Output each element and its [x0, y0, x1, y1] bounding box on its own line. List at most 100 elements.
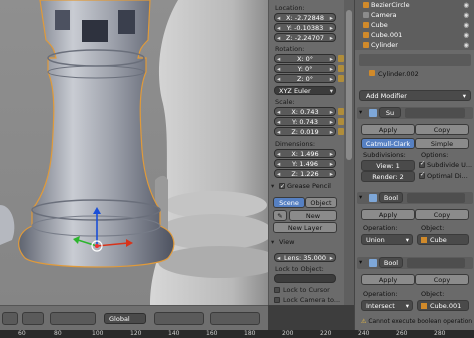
panel-scrollbar[interactable]: [344, 0, 354, 305]
ruler-tick: 120: [130, 330, 142, 337]
outliner-row[interactable]: Cube.001 ◉: [355, 30, 474, 40]
bool2-operation-select[interactable]: Intersect ▾: [361, 300, 413, 311]
wrench-icon: [369, 194, 377, 202]
shading-button[interactable]: [22, 312, 44, 325]
optimal-display-label: Optimal Di...: [427, 172, 468, 180]
object-label: Object:: [421, 290, 445, 298]
view-panel-header[interactable]: ▾ View: [269, 237, 345, 248]
scene-tab[interactable]: Scene: [273, 197, 305, 208]
object-label: Object:: [421, 224, 445, 232]
modifier-toggle-icons[interactable]: [405, 108, 465, 118]
collapse-triangle-icon: ▾: [271, 238, 275, 246]
timeline-ruler[interactable]: 60 80 100 120 140 160 180 200 220 240 26…: [0, 330, 474, 338]
snap-buttons[interactable]: [210, 312, 260, 325]
mesh-icon: [421, 237, 427, 243]
subdivisions-label: Subdivisions:: [363, 151, 406, 159]
scale-x-field[interactable]: ◂ X: 0.743 ▸: [274, 107, 336, 116]
wrench-icon: [369, 109, 377, 117]
bool1-object-field[interactable]: Cube: [417, 234, 469, 245]
eye-icon[interactable]: ◉: [463, 0, 469, 10]
mesh-icon: [363, 22, 369, 28]
options-label: Options:: [421, 151, 449, 159]
location-z-field[interactable]: ◂ Z: -2.24707 ▸: [274, 33, 336, 42]
bool2-apply-button[interactable]: Apply: [361, 274, 415, 285]
layer-buttons[interactable]: [154, 312, 204, 325]
rotation-y-field[interactable]: ◂ Y: 0° ▸: [274, 64, 336, 73]
ruler-tick: 240: [358, 330, 370, 337]
lock-to-object-field[interactable]: [274, 274, 336, 283]
eye-icon[interactable]: ◉: [463, 20, 469, 30]
subdivide-uvs-checkbox[interactable]: [419, 160, 425, 168]
dimensions-y-field[interactable]: ◂ Y: 1.496 ▸: [274, 159, 336, 168]
mesh-icon: [421, 303, 427, 309]
grease-pencil-new-button[interactable]: New: [289, 210, 337, 221]
boolean-modifier-header[interactable]: ▾ Bool: [357, 257, 473, 269]
simple-button[interactable]: Simple: [415, 138, 469, 149]
object-tab[interactable]: Object: [305, 197, 337, 208]
modifier-name-field[interactable]: Bool: [379, 192, 403, 203]
rotation-mode-select[interactable]: XYZ Euler ▾: [274, 86, 336, 95]
operation-label: Operation:: [363, 290, 398, 298]
ruler-tick: 60: [18, 330, 26, 337]
bool1-copy-button[interactable]: Copy: [415, 209, 469, 220]
subsurf-copy-button[interactable]: Copy: [415, 124, 469, 135]
outliner-row[interactable]: Cylinder ◉: [355, 40, 474, 50]
catmull-clark-button[interactable]: Catmull-Clark: [361, 138, 415, 149]
modifier-toggle-icons[interactable]: [407, 193, 465, 203]
modifier-toggle-icons[interactable]: [407, 258, 465, 268]
mesh-icon: [363, 32, 369, 38]
location-y-field[interactable]: ◂ Y: -0.10383 ▸: [274, 23, 336, 32]
mesh-icon: [363, 42, 369, 48]
outliner-row[interactable]: Cube ◉: [355, 20, 474, 30]
eye-icon[interactable]: ◉: [463, 40, 469, 50]
curve-icon: [363, 2, 369, 8]
view-levels-field[interactable]: View: 1: [361, 160, 415, 171]
scale-z-field[interactable]: ◂ Z: 0.019 ▸: [274, 127, 336, 136]
rotation-z-field[interactable]: ◂ Z: 0° ▸: [274, 74, 336, 83]
grease-pencil-header[interactable]: ▾ Grease Pencil: [269, 181, 345, 192]
boolean-modifier-header[interactable]: ▾ Bool: [357, 192, 473, 204]
location-x-field[interactable]: ◂ X: -2.72848 ▸: [274, 13, 336, 22]
scale-label: Scale:: [275, 98, 295, 106]
bool2-copy-button[interactable]: Copy: [415, 274, 469, 285]
lens-field[interactable]: ◂ Lens: 35.000 ▸: [274, 253, 336, 262]
modifier-name-field[interactable]: Bool: [379, 257, 403, 268]
ruler-tick: 80: [54, 330, 62, 337]
optimal-display-checkbox[interactable]: [419, 171, 425, 179]
transform-orientation-select[interactable]: Global: [104, 313, 146, 324]
scale-y-field[interactable]: ◂ Y: 0.743 ▸: [274, 117, 336, 126]
ruler-tick: 200: [282, 330, 294, 337]
add-modifier-button[interactable]: Add Modifier ▾: [359, 90, 471, 101]
outliner-row[interactable]: Camera ◉: [355, 10, 474, 20]
ruler-tick: 220: [320, 330, 332, 337]
ruler-tick: 280: [434, 330, 446, 337]
pencil-icon[interactable]: ✎: [273, 210, 287, 221]
outliner-row[interactable]: BezierCircle ◉: [355, 0, 474, 10]
lock-to-cursor-checkbox[interactable]: [274, 287, 280, 293]
subdivide-uvs-label: Subdivide U...: [427, 161, 473, 169]
object-name-label: Cylinder.002: [369, 70, 419, 78]
grease-pencil-checkbox[interactable]: [279, 181, 285, 192]
editor-type-button[interactable]: [2, 312, 18, 325]
new-layer-button[interactable]: New Layer: [273, 222, 337, 233]
subsurf-modifier-header[interactable]: ▾ Su: [357, 107, 473, 119]
render-levels-field[interactable]: Render: 2: [361, 171, 415, 182]
bool2-object-field[interactable]: Cube.001: [417, 300, 469, 311]
bool1-apply-button[interactable]: Apply: [361, 209, 415, 220]
3d-viewport[interactable]: [0, 0, 268, 305]
bool1-operation-select[interactable]: Union ▾: [361, 234, 413, 245]
eye-icon[interactable]: ◉: [463, 10, 469, 20]
ruler-tick: 100: [92, 330, 104, 337]
manipulator-buttons[interactable]: [50, 312, 96, 325]
ruler-tick: 160: [206, 330, 218, 337]
camera-icon: [363, 12, 369, 18]
properties-tabs[interactable]: [359, 54, 471, 66]
dimensions-x-field[interactable]: ◂ X: 1.496 ▸: [274, 149, 336, 158]
eye-icon[interactable]: ◉: [463, 30, 469, 40]
modifier-name-field[interactable]: Su: [379, 107, 401, 118]
dimensions-z-field[interactable]: ◂ Z: 1.226 ▸: [274, 169, 336, 178]
ruler-tick: 180: [244, 330, 256, 337]
lock-camera-checkbox[interactable]: [274, 297, 280, 303]
subsurf-apply-button[interactable]: Apply: [361, 124, 415, 135]
rotation-x-field[interactable]: ◂ X: 0° ▸: [274, 54, 336, 63]
